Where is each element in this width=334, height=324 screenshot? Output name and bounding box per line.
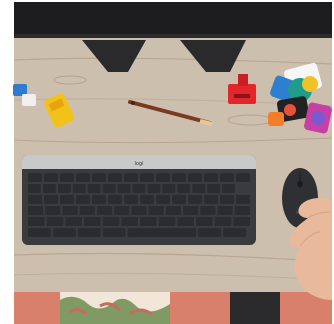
keyboard-key [87,184,101,193]
keyboard-logo: logi [134,161,143,167]
keyboard-key [124,195,138,204]
keyboard-key [60,195,74,204]
keyboard-key [204,173,218,182]
keyboard-key [92,173,106,182]
keyboard-key [108,173,122,182]
keyboard-key [200,206,216,215]
keyboard-key [177,217,194,226]
keyboard-key [108,195,122,204]
keyboard-key [77,228,101,237]
keyboard-key [188,173,202,182]
keyboard-key [214,217,232,226]
keyboard-key [233,217,250,226]
keyboard-key [172,195,186,204]
keyboard-key [42,184,56,193]
keyboard-key [44,173,58,182]
keyboard-key [114,206,130,215]
keyboard-key [234,206,250,215]
keyboard-key [76,173,90,182]
keyboard-key [46,217,64,226]
keyboard-key [57,184,71,193]
keyboard-key [217,206,233,215]
keyboard-key [62,206,78,215]
keyboard-key [220,195,234,204]
keyboard-key [165,206,181,215]
keyboard-key [172,173,186,182]
keyboard-key [102,184,116,193]
keyboard-key [76,195,90,204]
keyboard-key [140,195,154,204]
keyboard-key [220,173,234,182]
keyboard-key [117,184,131,193]
floor-strip [14,290,332,324]
keyboard-key [96,206,113,215]
keyboard-key [196,217,213,226]
photo-canvas: logi logi [0,0,334,324]
product-photo-scene: logi logi [0,0,334,324]
keyboard-key [158,217,176,226]
keyboard-key [52,228,76,237]
keyboard-key [222,184,235,193]
keyboard-key [92,195,106,204]
keyboard-key [236,173,250,182]
keyboard-key [192,184,206,193]
keyboard-key [204,195,218,204]
keyboard-key [84,217,101,226]
keyboard-key [183,206,199,215]
keyboard-key [132,184,146,193]
keyboard-key [60,173,74,182]
keyboard-key [102,217,120,226]
keyboard-key [45,206,61,215]
keyboard-key [198,228,222,237]
keyboard-key [162,184,176,193]
keyboard-key [28,173,42,182]
keyboard-key [44,195,58,204]
keyboard-key [72,184,86,193]
keyboard-key [28,228,51,237]
keyboard-key [79,206,95,215]
keyboard-key [28,217,45,226]
keyboard-key [207,184,221,193]
keyboard-key [147,184,161,193]
keyboard-key [124,173,138,182]
keyboard-key [177,184,191,193]
keyboard-key [156,173,170,182]
keyboard-key [127,228,197,237]
keyboard-key [140,173,154,182]
keyboard-key [65,217,82,226]
keyboard-key [156,195,170,204]
keyboard-key [223,228,246,237]
keyboard-key [121,217,138,226]
keyboard-key [148,206,164,215]
keyboard-key [188,195,202,204]
keyboard-key [140,217,157,226]
keyboard-key [28,184,41,193]
keyboard [22,155,256,245]
keyboard-key [102,228,126,237]
keyboard-key [131,206,147,215]
keyboard-key [28,195,42,204]
keyboard-key [28,206,44,215]
keyboard-key [236,195,250,204]
